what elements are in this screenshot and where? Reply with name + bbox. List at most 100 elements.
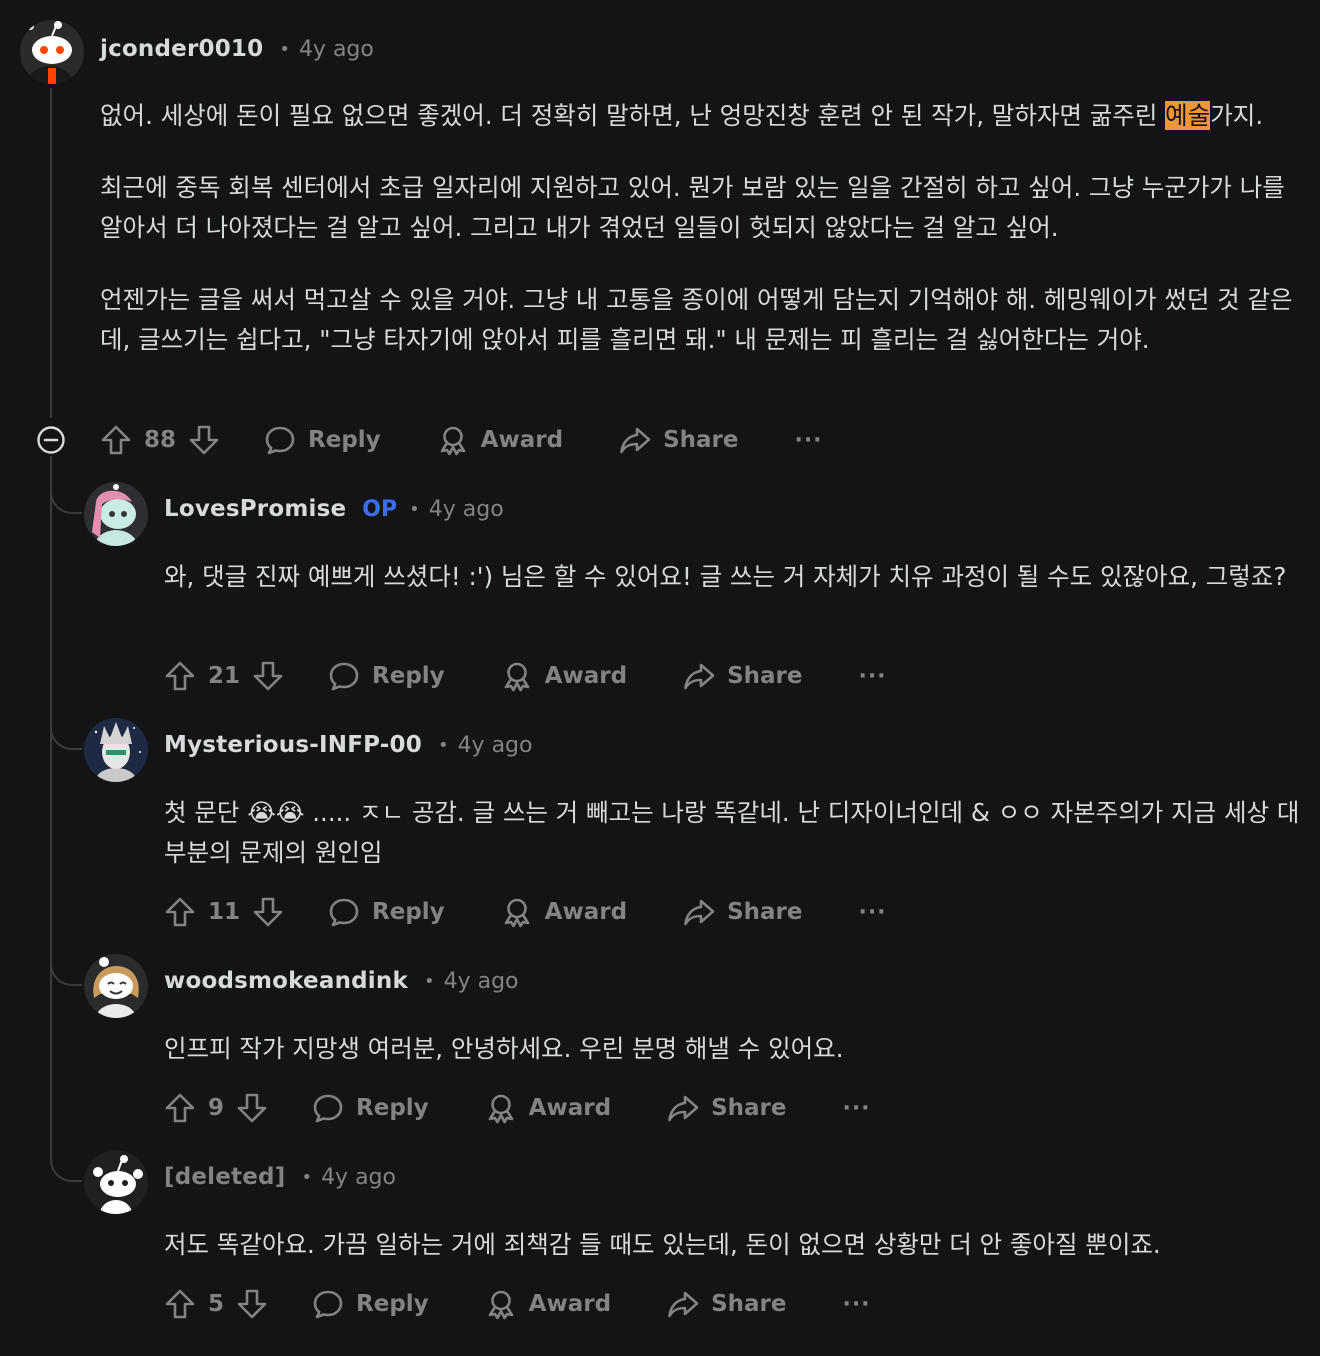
- more-options-button[interactable]: ···: [842, 1292, 870, 1317]
- reply-button[interactable]: Reply: [328, 660, 445, 692]
- username[interactable]: LovesPromise: [164, 496, 346, 522]
- comment-paragraph: 없어. 세상에 돈이 필요 없으면 좋겠어. 더 정확히 말하면, 난 엉망진창…: [100, 101, 1264, 130]
- award-button[interactable]: Award: [501, 896, 627, 928]
- comment-paragraph: 언젠가는 글을 써서 먹고살 수 있을 거야. 그냥 내 고통을 종이에 어떻게…: [100, 285, 1293, 354]
- share-icon: [683, 896, 715, 928]
- downvote-button[interactable]: [236, 1288, 268, 1320]
- thread-line: [50, 88, 52, 418]
- upvote-icon: [164, 660, 196, 692]
- downvote-icon: [236, 1288, 268, 1320]
- timestamp[interactable]: 4y ago: [299, 37, 374, 62]
- comment-body: 와, 댓글 진짜 예쁘게 쓰셨다! :') 님은 할 수 있어요! 글 쓰는 거…: [164, 557, 1304, 629]
- reply-button[interactable]: Reply: [312, 1288, 429, 1320]
- comment-paragraph: 첫 문단 😭😭 ..... ㅈㄴ 공감. 글 쓰는 거 빼고는 나랑 똑같네. …: [164, 798, 1300, 867]
- username[interactable]: jconder0010: [100, 36, 263, 62]
- more-options-button[interactable]: ···: [858, 900, 886, 925]
- award-button[interactable]: Award: [485, 1288, 611, 1320]
- reply-icon: [312, 1288, 344, 1320]
- timestamp[interactable]: 4y ago: [429, 497, 504, 522]
- avatar[interactable]: [84, 1150, 148, 1214]
- downvote-icon: [236, 1092, 268, 1124]
- reply-connector: [50, 936, 82, 986]
- downvote-icon: [188, 424, 220, 456]
- username: [deleted]: [164, 1164, 286, 1190]
- comment-header: Mysterious-INFP-00 • 4y ago: [164, 732, 532, 758]
- comment-body: 첫 문단 😭😭 ..... ㅈㄴ 공감. 글 쓰는 거 빼고는 나랑 똑같네. …: [164, 793, 1308, 905]
- avatar[interactable]: [84, 718, 148, 782]
- downvote-button[interactable]: [252, 896, 284, 928]
- more-options-button[interactable]: ···: [794, 428, 822, 453]
- avatar[interactable]: [84, 482, 148, 546]
- timestamp[interactable]: 4y ago: [321, 1165, 396, 1190]
- downvote-icon: [252, 660, 284, 692]
- upvote-button[interactable]: [100, 424, 132, 456]
- downvote-button[interactable]: [252, 660, 284, 692]
- comment-body: 저도 똑같아요. 가끔 일하는 거에 죄책감 들 때도 있는데, 돈이 없으면 …: [164, 1225, 1308, 1297]
- share-button[interactable]: Share: [667, 1092, 786, 1124]
- award-button[interactable]: Award: [437, 424, 563, 456]
- upvote-button[interactable]: [164, 1288, 196, 1320]
- share-button[interactable]: Share: [683, 896, 802, 928]
- separator-dot: •: [301, 1166, 313, 1188]
- comment-actions: 21 Reply Award Share ···: [164, 660, 887, 692]
- share-icon: [667, 1092, 699, 1124]
- upvote-icon: [164, 1092, 196, 1124]
- comment-paragraph: 와, 댓글 진짜 예쁘게 쓰셨다! :') 님은 할 수 있어요! 글 쓰는 거…: [164, 562, 1287, 591]
- award-icon: [501, 896, 533, 928]
- reply-connector: [50, 700, 82, 750]
- reply-icon: [328, 896, 360, 928]
- upvote-button[interactable]: [164, 1092, 196, 1124]
- comment-actions: 9 Reply Award Share ···: [164, 1092, 871, 1124]
- snoo-avatar-icon: [93, 957, 139, 1018]
- statue-avatar-icon: [84, 718, 148, 782]
- award-icon: [437, 424, 469, 456]
- vote-count: 21: [208, 663, 241, 689]
- separator-dot: •: [437, 734, 449, 756]
- upvote-icon: [100, 424, 132, 456]
- award-icon: [485, 1288, 517, 1320]
- more-options-button[interactable]: ···: [858, 664, 886, 689]
- comment-header: [deleted] • 4y ago: [164, 1164, 396, 1190]
- downvote-button[interactable]: [188, 424, 220, 456]
- comment-paragraph: 인프피 작가 지망생 여러분, 안녕하세요. 우린 분명 해낼 수 있어요.: [164, 1034, 844, 1063]
- comment-actions: 88 Reply Award Share ···: [100, 424, 823, 456]
- reply-button[interactable]: Reply: [264, 424, 381, 456]
- share-button[interactable]: Share: [667, 1288, 786, 1320]
- upvote-button[interactable]: [164, 660, 196, 692]
- reply-button[interactable]: Reply: [328, 896, 445, 928]
- vote-count: 9: [208, 1095, 225, 1121]
- reply-icon: [328, 660, 360, 692]
- comment-actions: 11 Reply Award Share ···: [164, 896, 887, 928]
- share-icon: [619, 424, 651, 456]
- reply-button[interactable]: Reply: [312, 1092, 429, 1124]
- highlighted-text: 예술: [1165, 101, 1211, 130]
- username[interactable]: Mysterious-INFP-00: [164, 732, 422, 758]
- award-icon: [501, 660, 533, 692]
- share-icon: [667, 1288, 699, 1320]
- reply-icon: [264, 424, 296, 456]
- more-options-button[interactable]: ···: [842, 1096, 870, 1121]
- downvote-button[interactable]: [236, 1092, 268, 1124]
- reply-connector: [50, 456, 82, 514]
- comment-actions: 5 Reply Award Share ···: [164, 1288, 871, 1320]
- avatar[interactable]: [20, 20, 84, 84]
- collapse-thread-icon[interactable]: [37, 426, 65, 454]
- username[interactable]: woodsmokeandink: [164, 968, 408, 994]
- comment-paragraph: 최근에 중독 회복 센터에서 초급 일자리에 지원하고 있어. 뭔가 보람 있는…: [100, 173, 1285, 242]
- avatar[interactable]: [84, 954, 148, 1018]
- separator-dot: •: [423, 970, 435, 992]
- snoo-avatar-icon: [26, 21, 72, 84]
- thread-line-replies: [50, 456, 52, 1116]
- downvote-icon: [252, 896, 284, 928]
- comment-header: LovesPromise OP • 4y ago: [164, 496, 504, 522]
- timestamp[interactable]: 4y ago: [458, 733, 533, 758]
- share-button[interactable]: Share: [619, 424, 738, 456]
- timestamp[interactable]: 4y ago: [444, 969, 519, 994]
- award-button[interactable]: Award: [485, 1092, 611, 1124]
- upvote-icon: [164, 1288, 196, 1320]
- award-button[interactable]: Award: [501, 660, 627, 692]
- upvote-button[interactable]: [164, 896, 196, 928]
- comment-paragraph: 저도 똑같아요. 가끔 일하는 거에 죄책감 들 때도 있는데, 돈이 없으면 …: [164, 1230, 1161, 1259]
- reply-icon: [312, 1092, 344, 1124]
- share-button[interactable]: Share: [683, 660, 802, 692]
